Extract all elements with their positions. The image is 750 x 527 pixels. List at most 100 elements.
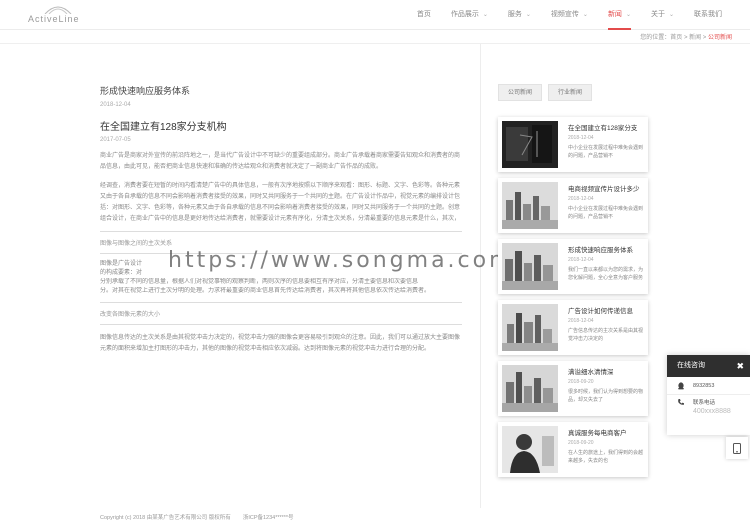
chevron-down-icon: ⌄ — [625, 12, 631, 18]
tab-industry-news[interactable]: 行业新闻 — [548, 84, 593, 101]
news-list: 在全国建立有128家分支 2018-12-04 中小企业在发展过程中难免会遇到的… — [498, 117, 648, 483]
qq-contact[interactable]: 8932853 — [667, 377, 750, 395]
news-text: 满溢细水清情深 2018-09-20 很多时候，我们认为得到想要的物品，却又失去… — [568, 366, 646, 404]
news-title: 形成快速响应服务体系 — [568, 247, 633, 254]
chevron-down-icon: ⌄ — [582, 12, 588, 18]
breadcrumb: 您的位置：首页 > 新闻 > 公司新闻 — [640, 32, 732, 41]
news-date: 2018-12-04 — [568, 257, 594, 263]
intro-line: 分别承载了不同的信息量，根据人们对视觉事物的观察判断，两则次序的信息要相互有序对… — [100, 279, 419, 285]
phone-number[interactable]: 400xxx8888 — [677, 408, 750, 415]
watermark-text: https://www.songma.com — [168, 248, 514, 273]
site-footer: Copyright (c) 2018 由某某广告艺术有限公司 版权所有 浙ICP备… — [100, 513, 294, 521]
breadcrumb-home-link[interactable]: 首页 — [670, 35, 682, 41]
widget-header: 在线咨询 ✖ — [667, 355, 750, 377]
post-date: 2018-12-04 — [100, 102, 131, 108]
nav-item-about[interactable]: 关于 ⌄ — [641, 0, 684, 30]
article-paragraph: 经调查，消费者要在短暂的时间内看清楚广告中的具体信息，一般有次序地按照以下顺序来… — [100, 183, 461, 222]
news-thumbnail — [502, 304, 558, 351]
nav-label: 视频宣传 — [550, 11, 579, 18]
divider — [100, 231, 462, 232]
nav-label: 新闻 — [607, 11, 622, 18]
nav-label: 联系我们 — [694, 11, 722, 18]
chevron-down-icon: ⌄ — [668, 12, 674, 18]
news-card[interactable]: 真诚服务每电商客户 2018-09-20 在人生的旅途上，我们得到的会越来越多，… — [498, 422, 648, 477]
news-excerpt: 中小企业在发展过程中难免会遇到的问题，产品营销不 — [568, 206, 644, 220]
article-date: 2017-07-05 — [100, 137, 131, 143]
chevron-down-icon: ⌄ — [525, 12, 531, 18]
news-card[interactable]: 满溢细水清情深 2018-09-20 很多时候，我们认为得到想要的物品，却又失去… — [498, 361, 648, 416]
nav-item-home[interactable]: 首页 — [407, 0, 441, 30]
news-card[interactable]: 广告设计如何传递信息 2018-12-04 广告信息传达的主次关系是由其视觉冲击… — [498, 300, 648, 355]
news-thumbnail — [502, 243, 558, 290]
section-subheading: 改变各图像元素的大小 — [100, 312, 161, 318]
news-text: 电商视频宣传片设计多少 2018-12-04 中小企业在发展过程中难免会遇到的问… — [568, 183, 646, 221]
article-heading: 在全国建立有128家分支机构 — [100, 122, 227, 133]
news-text: 真诚服务每电商客户 2018-09-20 在人生的旅途上，我们得到的会越来越多，… — [568, 427, 646, 465]
divider — [100, 302, 462, 303]
news-date: 2018-09-20 — [568, 379, 594, 385]
news-date: 2018-12-04 — [568, 318, 594, 324]
nav-label: 关于 — [650, 11, 665, 18]
mobile-qr-button[interactable] — [726, 437, 748, 459]
news-card[interactable]: 在全国建立有128家分支 2018-12-04 中小企业在发展过程中难免会遇到的… — [498, 117, 648, 172]
post-title: 形成快速响应服务体系 — [100, 86, 191, 96]
online-consult-widget: 在线咨询 ✖ 8932853 联系电话 400xxx8888 — [667, 355, 750, 435]
divider — [100, 324, 462, 325]
news-thumbnail — [502, 182, 558, 229]
nav-item-works[interactable]: 作品展示 ⌄ — [441, 0, 498, 30]
nav-item-news[interactable]: 新闻 ⌄ — [598, 0, 641, 30]
breadcrumb-section-link[interactable]: 新闻 — [689, 35, 701, 41]
news-text: 在全国建立有128家分支 2018-12-04 中小企业在发展过程中难免会遇到的… — [568, 122, 646, 160]
news-excerpt: 很多时候，我们认为得到想要的物品，却又失去了 — [568, 389, 644, 403]
main-nav: 首页 作品展示 ⌄ 服务 ⌄ 视频宣传 ⌄ 新闻 ⌄ 关于 ⌄ 联系我们 — [407, 0, 732, 30]
phone-icon — [678, 399, 684, 405]
news-thumbnail — [502, 365, 558, 412]
news-thumbnail — [502, 426, 558, 473]
nav-item-services[interactable]: 服务 ⌄ — [498, 0, 541, 30]
news-category-tabs: 公司新闻 行业新闻 — [498, 84, 598, 101]
section-subheading: 图像与图像之间的主次关系 — [100, 241, 173, 247]
qq-number: 8932853 — [693, 382, 715, 389]
phone-contact: 联系电话 400xxx8888 — [667, 395, 750, 417]
breadcrumb-current[interactable]: 公司新闻 — [708, 35, 732, 41]
article-content: 形成快速响应服务体系 2018-12-04 在全国建立有128家分支机构 201… — [100, 84, 462, 355]
news-excerpt: 在人生的旅途上，我们得到的会越来越多，失去的也 — [568, 450, 644, 464]
qq-icon — [678, 381, 684, 389]
news-excerpt: 中小企业在发展过程中难免会遇到的问题，产品营销不 — [568, 145, 644, 159]
news-title: 在全国建立有128家分支 — [568, 125, 638, 132]
tab-company-news[interactable]: 公司新闻 — [498, 84, 543, 101]
widget-title: 在线咨询 — [677, 362, 705, 369]
news-title: 电商视频宣传片设计多少 — [568, 186, 640, 193]
news-title: 广告设计如何传递信息 — [568, 308, 633, 315]
news-thumbnail — [502, 121, 558, 168]
news-title: 真诚服务每电商客户 — [568, 430, 627, 437]
site-header: ActiveLine 首页 作品展示 ⌄ 服务 ⌄ 视频宣传 ⌄ 新闻 ⌄ 关于 ⌄ 联系… — [0, 0, 750, 30]
news-text: 广告设计如何传递信息 2018-12-04 广告信息传达的主次关系是由其视觉冲击… — [568, 305, 646, 343]
breadcrumb-bar: 您的位置：首页 > 新闻 > 公司新闻 — [0, 30, 750, 44]
icp-link[interactable]: 浙ICP备1234******号 — [243, 515, 294, 521]
news-text: 形成快速响应服务体系 2018-12-04 我们一直以来都以为您的需求，为您化解… — [568, 244, 646, 282]
news-date: 2018-09-20 — [568, 440, 594, 446]
site-logo[interactable]: ActiveLine — [28, 4, 88, 26]
copyright-text: Copyright (c) 2018 由某某广告艺术有限公司 版权所有 — [100, 515, 231, 521]
breadcrumb-prefix: 您的位置： — [640, 35, 671, 41]
chevron-down-icon: ⌄ — [482, 12, 488, 18]
news-excerpt: 我们一直以来都以为您的需求，为您化解问题，全心全意为客户服务 — [568, 267, 644, 281]
logo-text: ActiveLine — [28, 14, 80, 24]
nav-label: 首页 — [416, 11, 431, 18]
nav-item-video[interactable]: 视频宣传 ⌄ — [541, 0, 598, 30]
news-date: 2018-12-04 — [568, 196, 594, 202]
news-card[interactable]: 形成快速响应服务体系 2018-12-04 我们一直以来都以为您的需求，为您化解… — [498, 239, 648, 294]
news-card[interactable]: 电商视频宣传片设计多少 2018-12-04 中小企业在发展过程中难免会遇到的问… — [498, 178, 648, 233]
close-icon[interactable]: ✖ — [736, 355, 744, 377]
nav-label: 作品展示 — [450, 11, 479, 18]
article-paragraph: 图像信息传达的主次关系是由其视觉冲击力决定的，视觉冲击力强的图像会更容易吸引到观… — [100, 335, 461, 352]
news-date: 2018-12-04 — [568, 135, 594, 141]
news-excerpt: 广告信息传达的主次关系是由其视觉冲击力决定的 — [568, 328, 644, 342]
news-title: 满溢细水清情深 — [568, 369, 614, 376]
intro-line: 分。对其在视觉上进行主次分明的处理。力求将最重要的商业信息首先传达给消费者，其次… — [100, 288, 431, 294]
logo-arcs-icon — [44, 6, 72, 14]
nav-item-contact[interactable]: 联系我们 — [684, 0, 732, 30]
column-divider — [480, 44, 481, 508]
nav-label: 服务 — [507, 11, 522, 18]
